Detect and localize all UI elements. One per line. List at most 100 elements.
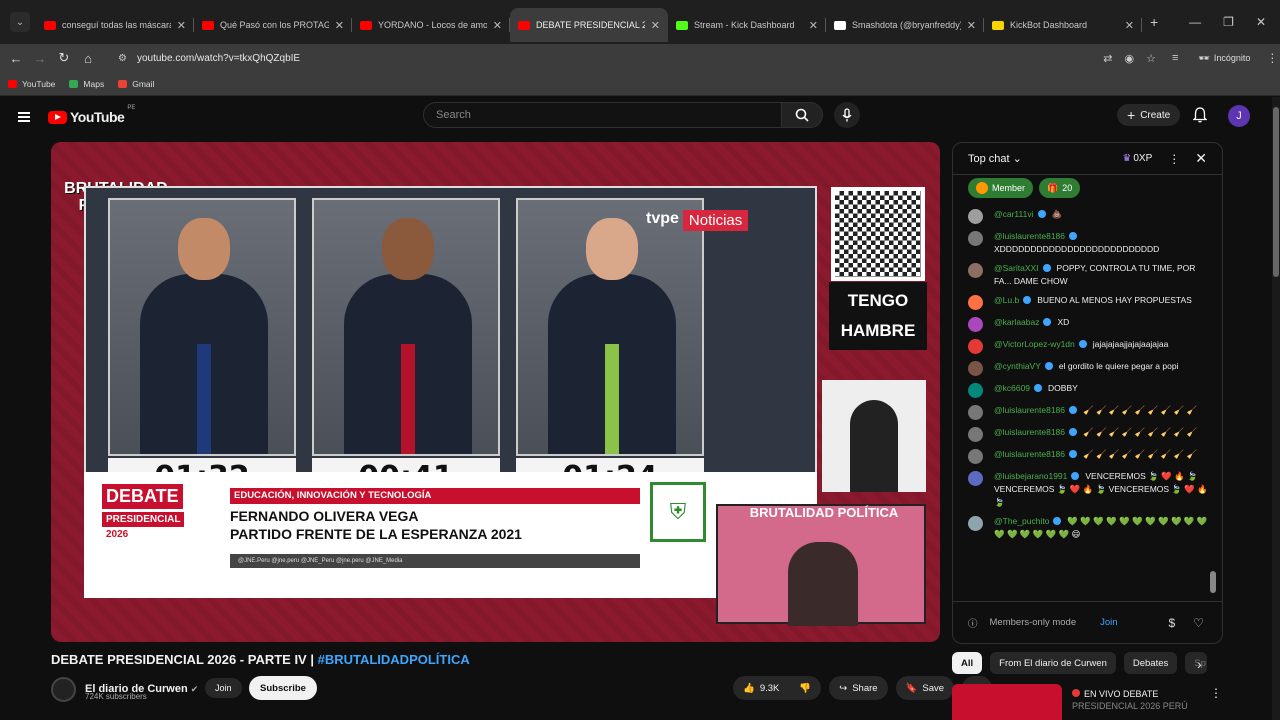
chat-message[interactable]: @The_puchito 💚 💚 💚 💚 💚 💚 💚 💚 💚 💚 💚 💚 💚 💚 … (953, 512, 1211, 544)
chat-avatar[interactable] (968, 339, 983, 354)
close-window-icon[interactable]: ✕ (1256, 15, 1266, 29)
gift-pill[interactable]: 🎁 20 (1039, 178, 1081, 198)
chat-scrollbar[interactable] (1210, 205, 1216, 605)
chat-scroll-thumb[interactable] (1210, 571, 1216, 593)
incognito-indicator[interactable]: 🕶 Incógnito (1198, 53, 1250, 64)
recommended-thumbnail[interactable] (952, 684, 1062, 720)
subscribe-button[interactable]: Subscribe (249, 676, 317, 700)
bookmark-star-icon[interactable]: ☆ (1146, 52, 1156, 65)
tracking-eye-icon[interactable]: ◉ (1125, 52, 1135, 65)
chat-mode-dropdown[interactable]: Top chat ⌄ (968, 152, 1022, 165)
page-scroll-thumb[interactable] (1273, 107, 1279, 277)
browser-tab[interactable]: conseguí todas las máscaras de ✕ (36, 8, 194, 42)
hamburger-menu-icon[interactable] (18, 112, 30, 122)
page-scrollbar[interactable] (1272, 97, 1280, 720)
browser-tab[interactable]: KickBot Dashboard ✕ (984, 8, 1142, 42)
chevron-right-icon[interactable]: › (1197, 656, 1202, 672)
bookmark-youtube[interactable]: YouTube (8, 79, 55, 89)
tab-search-button[interactable]: ⌄ (10, 12, 30, 32)
browser-tab[interactable]: DEBATE PRESIDENCIAL 2026 ✕ (510, 8, 668, 42)
chat-avatar[interactable] (968, 231, 983, 246)
chat-message[interactable]: @luislaurente8186 🧹 🧹 🧹 🧹 🧹 🧹 🧹 🧹 🧹 (953, 401, 1211, 423)
site-info-icon[interactable]: ⚙ (118, 53, 127, 64)
chat-message[interactable]: @luislaurente8186 XDDDDDDDDDDDDDDDDDDDDDD… (953, 227, 1211, 259)
tab-close-icon[interactable]: ✕ (1125, 19, 1134, 32)
save-button[interactable]: 🔖 Save (895, 676, 955, 700)
tab-close-icon[interactable]: ✕ (967, 19, 976, 32)
filter-chip[interactable]: Debates (1123, 652, 1178, 674)
bookmark-gmail[interactable]: Gmail (118, 79, 154, 89)
translate-icon[interactable]: ⇄ (1103, 52, 1112, 65)
chat-avatar[interactable] (968, 516, 983, 531)
chat-message[interactable]: @VictorLopez-wy1dn jajajajaajjajajaajajaa (953, 335, 1211, 357)
recommended-title[interactable]: EN VIVO DEBATE PRESIDENCIAL 2026 PERÚ (1072, 684, 1188, 720)
xp-badge[interactable]: ♛ 0XP (1122, 153, 1152, 164)
chat-avatar[interactable] (968, 361, 983, 376)
chat-author[interactable]: @VictorLopez-wy1dn (994, 339, 1075, 349)
chat-message[interactable]: @kc6609 DOBBY (953, 379, 1211, 401)
heart-icon[interactable]: ♡ (1193, 616, 1204, 630)
search-button[interactable] (781, 102, 823, 128)
dislike-button[interactable]: 👎 (789, 676, 822, 700)
notifications-bell-icon[interactable] (1193, 107, 1207, 123)
voice-search-button[interactable] (834, 102, 860, 128)
browser-tab[interactable]: Smashdota (@bryanfreddy) est ✕ (826, 8, 984, 42)
chat-message[interactable]: @luisbejarano1991 VENCEREMOS 🍃 ❤️ 🔥 🍃 VEN… (953, 467, 1211, 512)
chat-author[interactable]: @luislaurente8186 (994, 405, 1065, 415)
chat-more-icon[interactable]: ⋮ (1168, 152, 1180, 166)
super-chat-icon[interactable]: $ (1169, 616, 1176, 630)
chat-avatar[interactable] (968, 405, 983, 420)
home-icon[interactable]: ⌂ (76, 51, 100, 66)
menu-icon[interactable]: ⋮ (1266, 51, 1278, 65)
minimize-icon[interactable]: — (1189, 15, 1201, 29)
chat-author[interactable]: @car111vi (994, 209, 1034, 219)
youtube-logo[interactable]: YouTube PE (48, 105, 135, 125)
browser-tab[interactable]: Qué Pasó con los PROTAGONIST ✕ (194, 8, 352, 42)
video-player[interactable]: BRUTALIDAD POLÍTICA tvpe Noticias 01:32 … (51, 142, 940, 642)
chat-avatar[interactable] (968, 295, 983, 310)
chat-author[interactable]: @cynthiaVY (994, 361, 1041, 371)
share-button[interactable]: ↪ Share (829, 676, 888, 700)
chat-avatar[interactable] (968, 263, 983, 278)
chat-author[interactable]: @luislaurente8186 (994, 427, 1065, 437)
chat-join-link[interactable]: Join (1100, 617, 1117, 628)
chat-author[interactable]: @kc6609 (994, 383, 1030, 393)
account-avatar[interactable]: J (1228, 105, 1250, 127)
chat-author[interactable]: @SaritaXXI (994, 263, 1039, 273)
tab-close-icon[interactable]: ✕ (493, 19, 502, 32)
channel-avatar[interactable] (51, 676, 76, 702)
chat-author[interactable]: @karlaabaz (994, 317, 1039, 327)
tab-close-icon[interactable]: ✕ (335, 19, 344, 32)
chat-avatar[interactable] (968, 383, 983, 398)
chat-avatar[interactable] (968, 471, 983, 486)
video-hashtag[interactable]: #BRUTALIDADPOLÍTICA (318, 652, 470, 667)
reload-icon[interactable]: ↻ (52, 50, 76, 66)
chat-author[interactable]: @Lu.b (994, 295, 1019, 305)
chat-avatar[interactable] (968, 449, 983, 464)
chat-message[interactable]: @karlaabaz XD (953, 313, 1211, 335)
restore-icon[interactable]: ❐ (1223, 15, 1234, 29)
tab-close-icon[interactable]: ✕ (651, 19, 660, 32)
filter-chip[interactable]: All (952, 652, 983, 674)
chat-author[interactable]: @The_puchito (994, 516, 1049, 526)
chat-author[interactable]: @luislaurente8186 (994, 231, 1065, 241)
bookmark-maps[interactable]: Maps (69, 79, 104, 89)
recommended-more-icon[interactable]: ⋮ (1210, 686, 1222, 720)
info-icon[interactable]: ⓘ (968, 616, 978, 630)
chat-message[interactable]: @luislaurente8186 🧹 🧹 🧹 🧹 🧹 🧹 🧹 🧹 🧹 (953, 423, 1211, 445)
chat-message[interactable]: @Lu.b BUENO AL MENOS HAY PROPUESTAS (953, 291, 1211, 313)
search-input[interactable]: Search (423, 102, 782, 128)
chat-message[interactable]: @SaritaXXI POPPY, CONTROLA TU TIME, POR F… (953, 259, 1211, 291)
chat-avatar[interactable] (968, 209, 983, 224)
chat-message[interactable]: @car111vi 💩 (953, 205, 1211, 227)
browser-tab[interactable]: YORDANO - Locos de amor - Y ✕ (352, 8, 510, 42)
forward-icon[interactable]: → (28, 51, 52, 66)
chat-message[interactable]: @luislaurente8186 🧹 🧹 🧹 🧹 🧹 🧹 🧹 🧹 🧹 (953, 445, 1211, 467)
chat-avatar[interactable] (968, 427, 983, 442)
like-button[interactable]: 👍 9.3K (733, 676, 790, 700)
new-tab-icon[interactable]: + (1150, 14, 1158, 30)
join-button[interactable]: Join (205, 678, 242, 698)
tab-close-icon[interactable]: ✕ (809, 19, 818, 32)
back-icon[interactable]: ← (4, 51, 28, 66)
tab-close-icon[interactable]: ✕ (177, 19, 186, 32)
